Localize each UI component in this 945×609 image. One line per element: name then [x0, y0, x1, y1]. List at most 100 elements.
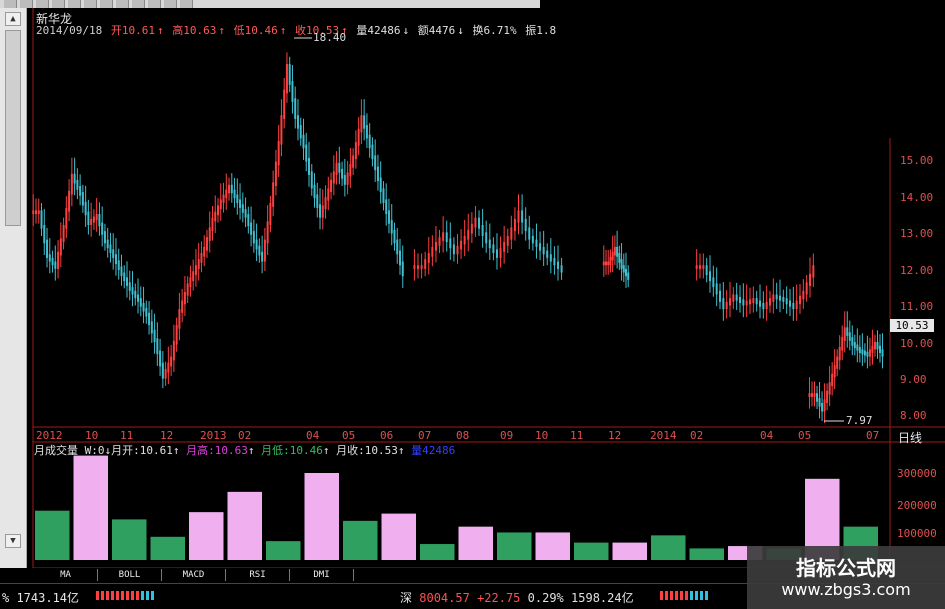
candle-body [385, 199, 388, 215]
candle-body [879, 345, 881, 353]
candle-body [219, 199, 222, 210]
scroll-thumb[interactable] [5, 30, 21, 226]
watermark: 指标公式网 www.zbgs3.com [747, 546, 945, 609]
index-quote: 深 8004.57 +22.75 0.29% 1598.24亿 [400, 589, 634, 606]
toolbar-button[interactable] [20, 0, 33, 8]
tab-ma[interactable]: MA [34, 569, 98, 581]
candle-body [858, 346, 861, 353]
candle-body [131, 287, 134, 295]
candle-body [101, 222, 104, 235]
candle-body [153, 329, 156, 343]
quote-turnover: 换6.71% [472, 24, 517, 37]
date-axis-label: 11 [570, 429, 584, 442]
candle-body [821, 402, 824, 412]
candle-body [401, 261, 404, 277]
scroll-down-arrow-icon[interactable]: ▼ [5, 534, 21, 548]
candle-body [449, 238, 452, 249]
vertical-scrollbar[interactable]: ▲ ▼ [0, 8, 27, 568]
candle-body [506, 235, 509, 246]
candle-body [831, 373, 834, 386]
candle-body [255, 239, 258, 250]
candle-body [360, 115, 363, 133]
price-axis-label: 14.00 [900, 191, 934, 204]
up-arrow-icon: ↑ [247, 444, 255, 457]
candle-body [546, 250, 549, 258]
volume-bar [574, 542, 609, 560]
candle-body [230, 184, 233, 194]
candle-body [117, 260, 120, 271]
candle-body [288, 64, 291, 85]
toolbar-button[interactable] [52, 0, 65, 8]
candle-body [618, 253, 621, 263]
candle-body [192, 271, 195, 282]
toolbar-button[interactable] [100, 0, 113, 8]
candle-body [228, 184, 231, 194]
candle-body [343, 175, 346, 185]
date-axis-label: 07 [866, 429, 880, 442]
date-axis-label: 09 [500, 429, 514, 442]
tab-dmi[interactable]: DMI [290, 569, 354, 581]
candle-body [868, 349, 871, 357]
toolbar-button[interactable] [164, 0, 177, 8]
candle-body [719, 290, 721, 302]
toolbar-button[interactable] [148, 0, 161, 8]
candle-body [233, 189, 236, 199]
candle-body [393, 229, 396, 244]
period-selector[interactable]: 日线 [898, 429, 922, 446]
candle-body [434, 242, 437, 251]
candle-body [250, 222, 253, 235]
volume-bar [112, 519, 147, 560]
candle-body [371, 144, 374, 160]
toolbar-button[interactable] [4, 0, 17, 8]
candle-body [495, 249, 498, 258]
tab-macd[interactable]: MACD [162, 569, 226, 581]
candle-body [851, 337, 854, 346]
candle-body [186, 283, 189, 296]
candle-body [812, 265, 815, 278]
tab-rsi[interactable]: RSI [226, 569, 290, 581]
candlestick-series [32, 52, 884, 424]
candle-body [296, 115, 299, 129]
toolbar-button[interactable] [180, 0, 193, 8]
toolbar-button[interactable] [84, 0, 97, 8]
toolbar-button[interactable] [132, 0, 145, 8]
candle-body [470, 223, 473, 234]
candle-body [732, 294, 735, 302]
candle-body [236, 194, 239, 204]
candle-body [76, 179, 79, 190]
candle-body [539, 243, 542, 251]
candle-body [836, 356, 839, 369]
up-arrow-icon: ↑ [218, 24, 225, 37]
volume-title: 月成交量 [34, 444, 78, 457]
candle-body [313, 184, 316, 199]
candle-body [420, 265, 423, 269]
candle-body [349, 164, 352, 177]
tab-boll[interactable]: BOLL [98, 569, 162, 581]
date-axis-label: 2013 [200, 429, 227, 442]
toolbar-button[interactable] [68, 0, 81, 8]
candle-body [65, 207, 68, 229]
volume-bar [381, 513, 416, 560]
candle-body [200, 253, 203, 263]
candle-body [225, 189, 228, 199]
candle-body [772, 294, 775, 302]
candle-body [128, 282, 131, 291]
candle-body [762, 303, 765, 310]
candle-body [823, 399, 826, 412]
date-axis-label: 2012 [36, 429, 63, 442]
candle-body [172, 340, 175, 361]
up-arrow-icon: ↑ [279, 24, 287, 37]
kline-chart[interactable] [28, 8, 945, 568]
candle-body [123, 272, 126, 282]
candle-body [808, 393, 811, 397]
volume-bar [304, 473, 339, 560]
current-price-marker: 10.53 [890, 319, 934, 332]
quote-low: 低10.46 [233, 24, 278, 37]
price-axis-label: 10.00 [900, 337, 934, 350]
toolbar-button[interactable] [116, 0, 129, 8]
candle-body [368, 134, 371, 149]
candle-body [620, 259, 623, 269]
scroll-up-arrow-icon[interactable]: ▲ [5, 12, 21, 26]
candle-body [54, 261, 57, 269]
toolbar-button[interactable] [36, 0, 49, 8]
